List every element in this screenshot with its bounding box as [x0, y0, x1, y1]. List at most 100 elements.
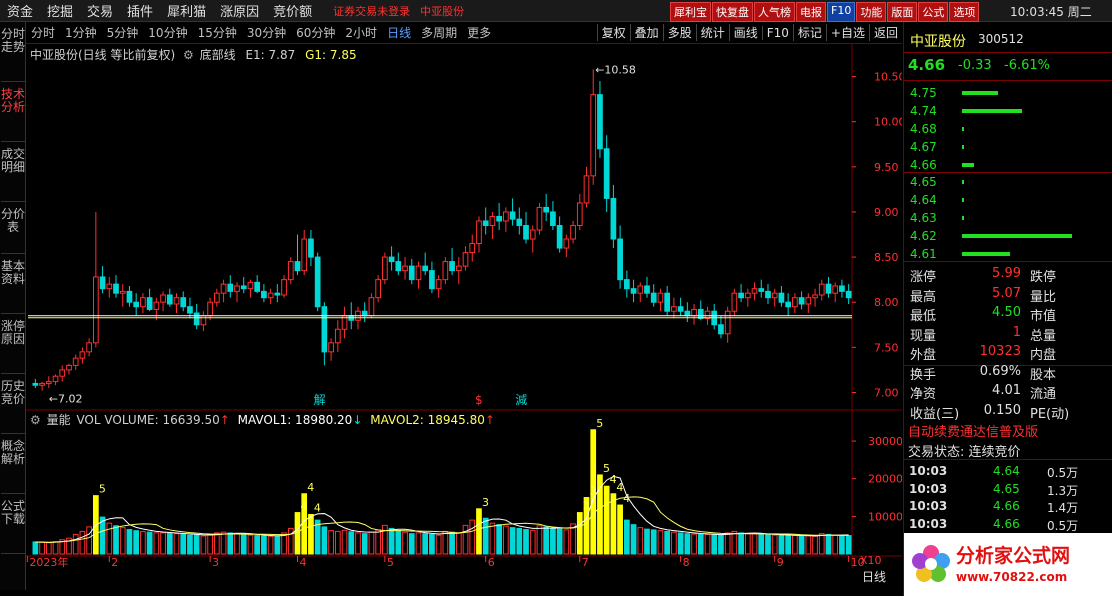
- telegram-button[interactable]: 电报: [796, 2, 826, 22]
- tab-limit-reason[interactable]: 涨停原因: [1, 316, 25, 374]
- bottom-period-label[interactable]: 日线: [862, 568, 886, 585]
- layout-button[interactable]: 版面: [887, 2, 918, 22]
- candle-body: [684, 310, 691, 317]
- period-daily[interactable]: 日线: [382, 24, 416, 41]
- tool-overlay[interactable]: 叠加: [629, 24, 663, 41]
- tab-trade-details[interactable]: 成交明细: [1, 144, 25, 202]
- tool-statistics[interactable]: 统计: [695, 24, 729, 41]
- low-price-annotation: ←7.02: [49, 393, 83, 406]
- price-tick-label: 9.00: [874, 206, 899, 219]
- tab-basic-info[interactable]: 基本资料: [1, 256, 25, 314]
- indicator-name[interactable]: 底部线: [200, 48, 236, 62]
- quick-review-button[interactable]: 快复盘: [712, 2, 753, 22]
- f10-button[interactable]: F10: [827, 2, 856, 22]
- candle-body: [395, 261, 402, 272]
- volume-bar: [671, 531, 677, 555]
- period-15min[interactable]: 15分钟: [193, 24, 242, 41]
- order-row[interactable]: 4.64: [910, 192, 1100, 210]
- period-more[interactable]: 更多: [462, 24, 496, 41]
- x-tick-label: 8: [683, 556, 690, 568]
- x-tick-label: 2: [111, 556, 118, 568]
- candle-body: [187, 306, 193, 314]
- order-row[interactable]: 4.67: [910, 139, 1100, 157]
- volume-bar: [348, 531, 355, 555]
- period-toolbar: 分时 1分钟 5分钟 10分钟 15分钟 30分钟 60分钟 2小时 日线 多周…: [26, 22, 902, 44]
- menu-item-mining[interactable]: 挖掘: [40, 1, 80, 20]
- login-alert[interactable]: 证券交易未登录: [333, 3, 410, 19]
- volume-bar: [704, 533, 711, 555]
- renewal-ad-link[interactable]: 自动续费通达信普及版: [908, 421, 1038, 440]
- formula-button[interactable]: 公式: [918, 2, 949, 22]
- volume-settings-icon[interactable]: ⚙: [30, 413, 41, 427]
- order-row[interactable]: 4.75: [910, 85, 1100, 103]
- order-row[interactable]: 4.65: [910, 174, 1100, 192]
- menu-item-plugins[interactable]: 插件: [120, 1, 160, 20]
- tab-price-table[interactable]: 分价表: [1, 204, 25, 254]
- order-row[interactable]: 4.74: [910, 103, 1100, 121]
- candle-body: [254, 281, 261, 292]
- popularity-button[interactable]: 人气榜: [754, 2, 795, 22]
- order-row[interactable]: 4.62: [910, 228, 1100, 246]
- candle-body: [234, 285, 240, 292]
- candle-body: [334, 328, 341, 344]
- stat-label-right: 股本: [1030, 367, 1057, 383]
- tab-history-auction[interactable]: 历史竞价: [1, 376, 25, 434]
- period-60min[interactable]: 60分钟: [291, 24, 340, 41]
- volume-bar: [39, 541, 45, 555]
- period-2hour[interactable]: 2小时: [340, 24, 382, 41]
- candle-body: [32, 382, 39, 386]
- volume-indicator-name[interactable]: 量能: [47, 413, 71, 427]
- tool-draw-line[interactable]: 画线: [728, 24, 762, 41]
- tab-technical-analysis[interactable]: 技术分析: [1, 84, 25, 142]
- stat-label-right: 内盘: [1030, 348, 1057, 363]
- menu-item-bid-amount[interactable]: 竞价额: [266, 1, 319, 20]
- candle-body: [153, 301, 160, 310]
- candle-body: [744, 292, 751, 299]
- volume-bar: [751, 533, 758, 555]
- period-1min[interactable]: 1分钟: [60, 24, 102, 41]
- volume-bar: [361, 533, 368, 555]
- trade-price: 4.65: [993, 481, 1020, 496]
- candle-body: [240, 285, 247, 290]
- period-5min[interactable]: 5分钟: [102, 24, 144, 41]
- order-row[interactable]: 4.63: [910, 210, 1100, 228]
- kline-chart[interactable]: ←7.02←10.58解$減544433355444 10.5010.009.5…: [26, 44, 902, 568]
- volume-bar: [254, 535, 261, 555]
- volume-bar: [509, 527, 516, 555]
- order-row[interactable]: 4.68: [910, 121, 1100, 139]
- candle-body: [52, 375, 59, 383]
- period-10min[interactable]: 10分钟: [143, 24, 192, 41]
- tool-f10[interactable]: F10: [761, 25, 793, 40]
- menu-item-xilimao[interactable]: 犀利猫: [160, 1, 213, 20]
- period-30min[interactable]: 30分钟: [242, 24, 291, 41]
- candle-body: [321, 306, 328, 353]
- tab-time-share[interactable]: 分时走势: [1, 24, 25, 82]
- menu-item-capital[interactable]: 资金: [0, 1, 40, 20]
- settings-icon[interactable]: ⚙: [183, 48, 194, 62]
- xilibao-button[interactable]: 犀利宝: [670, 2, 711, 22]
- tool-mark[interactable]: 标记: [792, 24, 826, 41]
- tab-formula-download[interactable]: 公式下载: [1, 496, 25, 554]
- volume-bar: [556, 528, 563, 555]
- volume-bar: [718, 534, 724, 555]
- menu-item-limit-reason[interactable]: 涨原因: [213, 1, 266, 20]
- volume-bar: [845, 535, 852, 555]
- stock-code: 300512: [978, 32, 1024, 46]
- volume-bar: [536, 525, 543, 555]
- candle-body: [106, 283, 113, 290]
- alert-stock-name[interactable]: 中亚股份: [420, 3, 464, 19]
- volume-bar: [429, 533, 435, 555]
- volume-bar: [180, 533, 187, 555]
- tab-concept-analysis[interactable]: 概念解析: [1, 436, 25, 494]
- tool-add-watchlist[interactable]: +自选: [825, 24, 869, 41]
- tool-restore-rights[interactable]: 复权: [596, 24, 630, 41]
- options-button[interactable]: 选项: [949, 2, 980, 22]
- menu-item-trade[interactable]: 交易: [80, 1, 120, 20]
- tool-back[interactable]: 返回: [868, 24, 902, 41]
- tool-multi-stock[interactable]: 多股: [662, 24, 696, 41]
- period-multi[interactable]: 多周期: [416, 24, 462, 41]
- volume-bar: [267, 535, 274, 555]
- function-button[interactable]: 功能: [856, 2, 887, 22]
- period-time-share[interactable]: 分时: [26, 24, 60, 41]
- candle-body: [617, 238, 623, 281]
